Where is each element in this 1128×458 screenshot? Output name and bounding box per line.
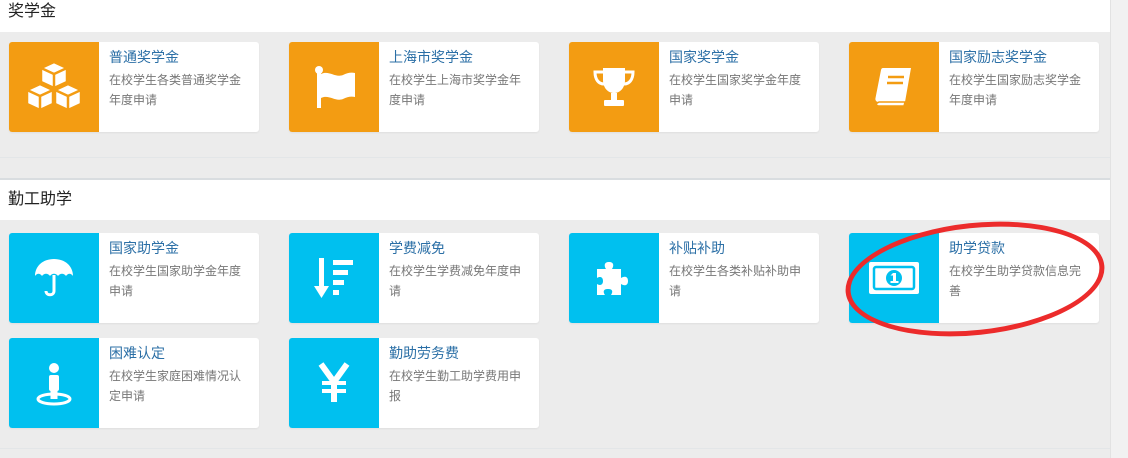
card-title[interactable]: 学费减免 [389, 239, 445, 259]
card-title[interactable]: 补贴补助 [669, 239, 725, 259]
umbrella-icon [9, 233, 99, 323]
card-national-grant[interactable]: 国家助学金 在校学生国家助学金年度申请 [9, 233, 259, 323]
trophy-icon [569, 42, 659, 132]
card-description: 在校学生学费减免年度申请 [389, 264, 522, 298]
card-title[interactable]: 勤助劳务费 [389, 344, 459, 364]
work-study-section-title: 勤工助学 [8, 189, 73, 208]
card-description: 在校学生各类普通奖学金年度申请 [109, 73, 242, 107]
card-title[interactable]: 困难认定 [109, 344, 165, 364]
sort-amount-down-icon [289, 233, 379, 323]
money-bill-icon [849, 233, 939, 323]
card-description: 在校学生国家奖学金年度申请 [669, 73, 802, 107]
work-study-panel-header: 勤工助学 [0, 180, 1110, 220]
card-title[interactable]: 助学贷款 [949, 239, 1005, 259]
card-tuition-reduction[interactable]: 学费减免 在校学生学费减免年度申请 [289, 233, 539, 323]
card-title[interactable]: 普通奖学金 [109, 48, 179, 68]
card-title[interactable]: 国家助学金 [109, 239, 179, 259]
book-icon [849, 42, 939, 132]
card-description: 在校学生国家助学金年度申请 [109, 264, 242, 298]
card-national-scholarship[interactable]: 国家奖学金 在校学生国家奖学金年度申请 [569, 42, 819, 132]
card-labor-fee[interactable]: 勤助劳务费 在校学生勤工助学费用申报 [289, 338, 539, 428]
card-subsidy[interactable]: 补贴补助 在校学生各类补贴补助申请 [569, 233, 819, 323]
card-description: 在校学生助学贷款信息完善 [949, 264, 1082, 298]
card-description: 在校学生上海市奖学金年度申请 [389, 73, 522, 107]
card-general-scholarship[interactable]: 普通奖学金 在校学生各类普通奖学金年度申请 [9, 42, 259, 132]
card-description: 在校学生勤工助学费用申报 [389, 369, 522, 403]
scholarship-panel-header: 奖学金 [0, 0, 1110, 32]
card-title[interactable]: 国家励志奖学金 [949, 48, 1047, 68]
page-scrollbar[interactable] [1110, 0, 1128, 458]
section-divider [0, 448, 1110, 449]
card-title[interactable]: 国家奖学金 [669, 48, 739, 68]
card-shanghai-scholarship[interactable]: 上海市奖学金 在校学生上海市奖学金年度申请 [289, 42, 539, 132]
card-title[interactable]: 上海市奖学金 [389, 48, 473, 68]
card-description: 在校学生家庭困难情况认定申请 [109, 369, 242, 403]
scholarship-section-title: 奖学金 [8, 1, 57, 20]
section-divider [0, 157, 1110, 158]
card-hardship-certification[interactable]: 困难认定 在校学生家庭困难情况认定申请 [9, 338, 259, 428]
yen-icon [289, 338, 379, 428]
card-description: 在校学生国家励志奖学金年度申请 [949, 73, 1082, 107]
puzzle-piece-icon [569, 233, 659, 323]
person-pin-icon [9, 338, 99, 428]
card-description: 在校学生各类补贴补助申请 [669, 264, 802, 298]
cubes-icon [9, 42, 99, 132]
flag-icon [289, 42, 379, 132]
card-student-loan[interactable]: 助学贷款 在校学生助学贷款信息完善 [849, 233, 1099, 323]
card-national-encouragement-scholarship[interactable]: 国家励志奖学金 在校学生国家励志奖学金年度申请 [849, 42, 1099, 132]
